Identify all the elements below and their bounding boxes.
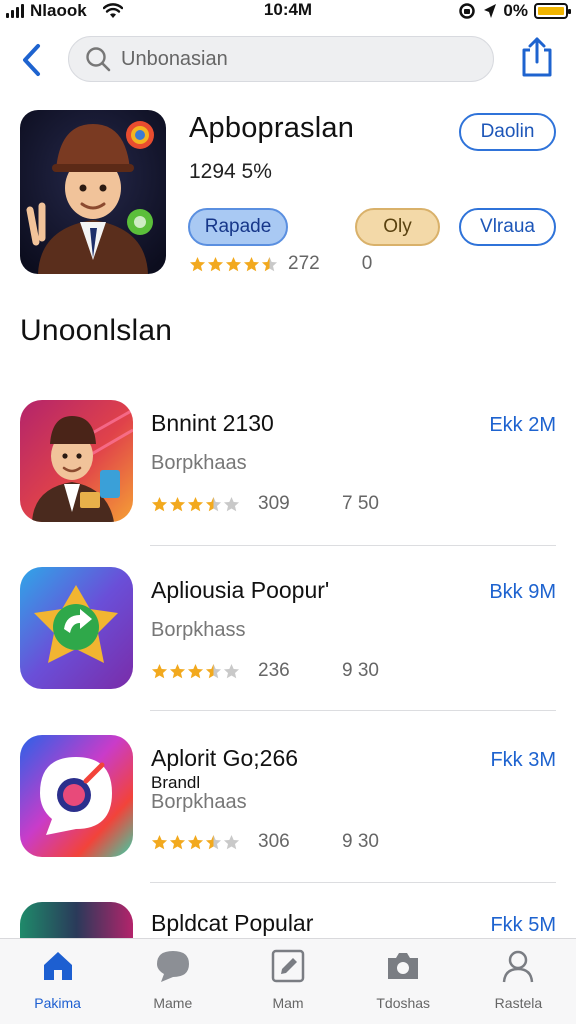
battery-percent: 0% — [503, 1, 528, 20]
list-item[interactable]: Bnnint 2130 Borpkhaas Ekk 2M 309 7 50 — [0, 400, 576, 550]
app-title: Apbopraslan — [189, 112, 355, 144]
character-icon — [20, 400, 133, 522]
gradient-icon — [20, 902, 133, 938]
get-button[interactable]: Daolin — [459, 113, 556, 151]
app-subtitle: Borpkhaas — [151, 452, 247, 474]
star-half-icon — [261, 256, 278, 271]
star-filled-icon — [187, 663, 204, 678]
app-rating: 272 0 — [189, 253, 372, 275]
tab-profile[interactable]: Rastela — [461, 939, 576, 1024]
app-size: Fkk 3M — [490, 749, 556, 771]
app-note: Brandl — [151, 773, 201, 792]
star-filled-icon — [169, 834, 186, 849]
battery-icon — [534, 3, 571, 19]
search-icon — [86, 47, 111, 72]
chat-icon — [156, 951, 189, 982]
rating-count: 306 — [258, 831, 290, 852]
tab-label: Pakima — [34, 995, 81, 1011]
star-filled-icon — [207, 256, 224, 271]
star-arrow-icon — [20, 567, 133, 689]
app-size: Ekk 2M — [489, 414, 556, 436]
app-rating: 306 9 30 — [151, 831, 379, 853]
star-filled-icon — [187, 496, 204, 511]
camera-icon — [388, 953, 419, 979]
rating-count: 236 — [258, 660, 290, 681]
tab-home[interactable]: Pakima — [0, 939, 115, 1024]
search-input[interactable] — [121, 47, 461, 71]
section-title: Unoonlslan — [20, 314, 173, 347]
app-title: Aplorit Go;266 — [151, 745, 299, 771]
profile-icon — [503, 950, 534, 983]
list-item[interactable]: Aplorit Go;266 Brandl Borpkhaas Fkk 3M 3… — [0, 735, 576, 885]
chat-bubble-icon — [20, 735, 133, 857]
star-filled-icon — [169, 496, 186, 511]
tab-label: Mam — [272, 995, 304, 1011]
rating-count: 309 — [258, 493, 290, 514]
divider — [150, 882, 556, 883]
outline-action-button[interactable]: Vlraua — [459, 208, 556, 246]
app-subtitle: Borpkhass — [151, 619, 246, 641]
secondary-action-button[interactable]: Oly — [355, 208, 440, 246]
rating-extra: 7 50 — [342, 493, 379, 514]
list-item[interactable]: Apliousia Poopur' Borpkhass Bkk 9M 236 9… — [0, 567, 576, 717]
tab-label: Rastela — [494, 995, 543, 1011]
divider — [150, 545, 556, 546]
rating-extra: 9 30 — [342, 831, 379, 852]
home-icon — [43, 952, 72, 980]
app-title: Bnnint 2130 — [151, 410, 274, 436]
primary-action-button[interactable]: Rapade — [188, 208, 288, 246]
star-filled-icon — [243, 256, 260, 271]
star-filled-icon — [169, 663, 186, 678]
app-icon[interactable] — [20, 110, 166, 274]
rating-stars — [151, 834, 240, 851]
rating-stars — [151, 663, 240, 680]
app-size: Fkk 5M — [490, 914, 556, 936]
star-filled-icon — [187, 834, 204, 849]
star-empty-icon — [223, 663, 240, 678]
tab-bar: Pakima Mame Mam Tdoshas Rastela — [0, 938, 576, 1024]
character-icon — [20, 110, 166, 274]
star-empty-icon — [223, 496, 240, 511]
star-half-icon — [205, 496, 222, 511]
tab-chat[interactable]: Mame — [115, 939, 230, 1024]
rating-extra: 0 — [361, 253, 373, 274]
status-right: 0% — [459, 1, 571, 21]
app-rating: 309 7 50 — [151, 493, 379, 515]
rating-stars — [151, 496, 240, 513]
tab-camera[interactable]: Tdoshas — [346, 939, 461, 1024]
app-size: Bkk 9M — [489, 581, 556, 603]
star-filled-icon — [151, 663, 168, 678]
star-half-icon — [205, 834, 222, 849]
location-arrow-icon — [484, 4, 497, 18]
star-half-icon — [205, 663, 222, 678]
tab-edit[interactable]: Mam — [230, 939, 345, 1024]
app-subtitle: Borpkhaas — [151, 791, 247, 813]
tab-label: Tdoshas — [376, 995, 431, 1011]
list-item[interactable]: Bpldcat Popular Fkk 5M — [0, 902, 576, 938]
search-bar[interactable] — [68, 36, 494, 82]
status-bar: Nlaook 10:4M 0% — [0, 0, 576, 22]
rating-stars — [189, 256, 278, 273]
app-title: Bpldcat Popular — [151, 910, 314, 936]
star-empty-icon — [223, 834, 240, 849]
star-filled-icon — [225, 256, 242, 271]
rotation-lock-icon — [459, 3, 476, 19]
rating-extra: 9 30 — [342, 660, 379, 681]
star-filled-icon — [151, 496, 168, 511]
app-subtitle: 1294 5% — [189, 160, 272, 183]
share-button[interactable] — [520, 36, 554, 78]
divider — [150, 710, 556, 711]
star-filled-icon — [189, 256, 206, 271]
star-filled-icon — [151, 834, 168, 849]
app-title: Apliousia Poopur' — [151, 577, 330, 603]
edit-icon — [271, 949, 305, 983]
tab-label: Mame — [153, 995, 193, 1011]
app-rating: 236 9 30 — [151, 660, 379, 682]
back-button[interactable] — [18, 40, 46, 80]
rating-count: 272 — [288, 253, 320, 274]
